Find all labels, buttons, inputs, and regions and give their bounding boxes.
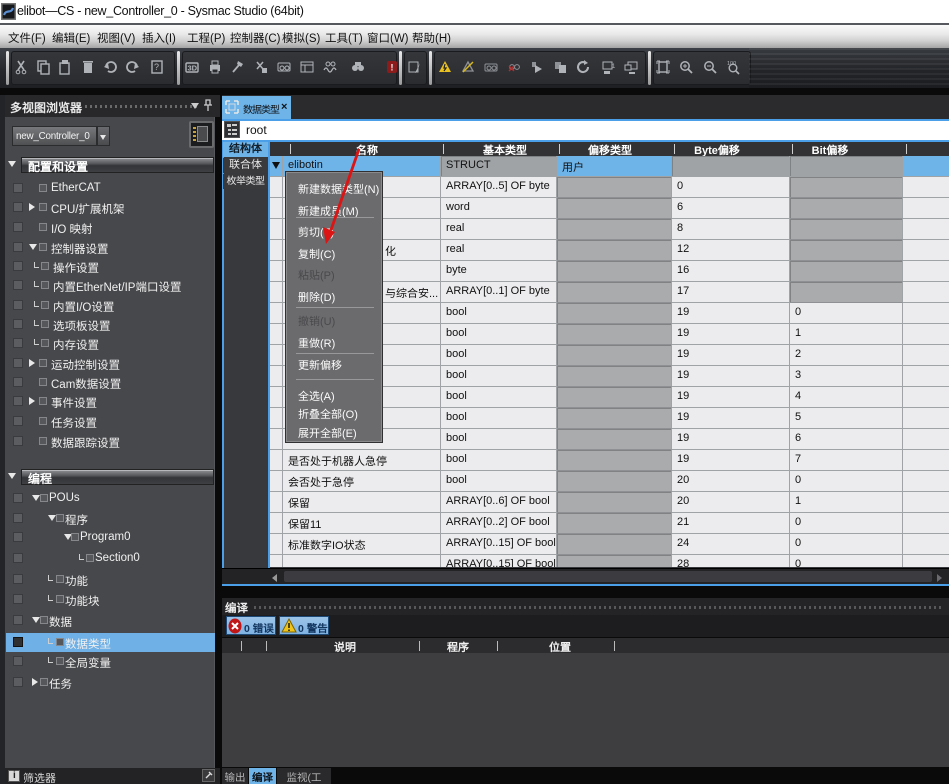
svg-text:1: 1 xyxy=(612,64,616,70)
svg-text:100: 100 xyxy=(727,61,736,67)
svg-text:?: ? xyxy=(154,62,159,72)
svg-text:!: ! xyxy=(391,63,394,73)
svg-text:3D: 3D xyxy=(188,64,198,73)
